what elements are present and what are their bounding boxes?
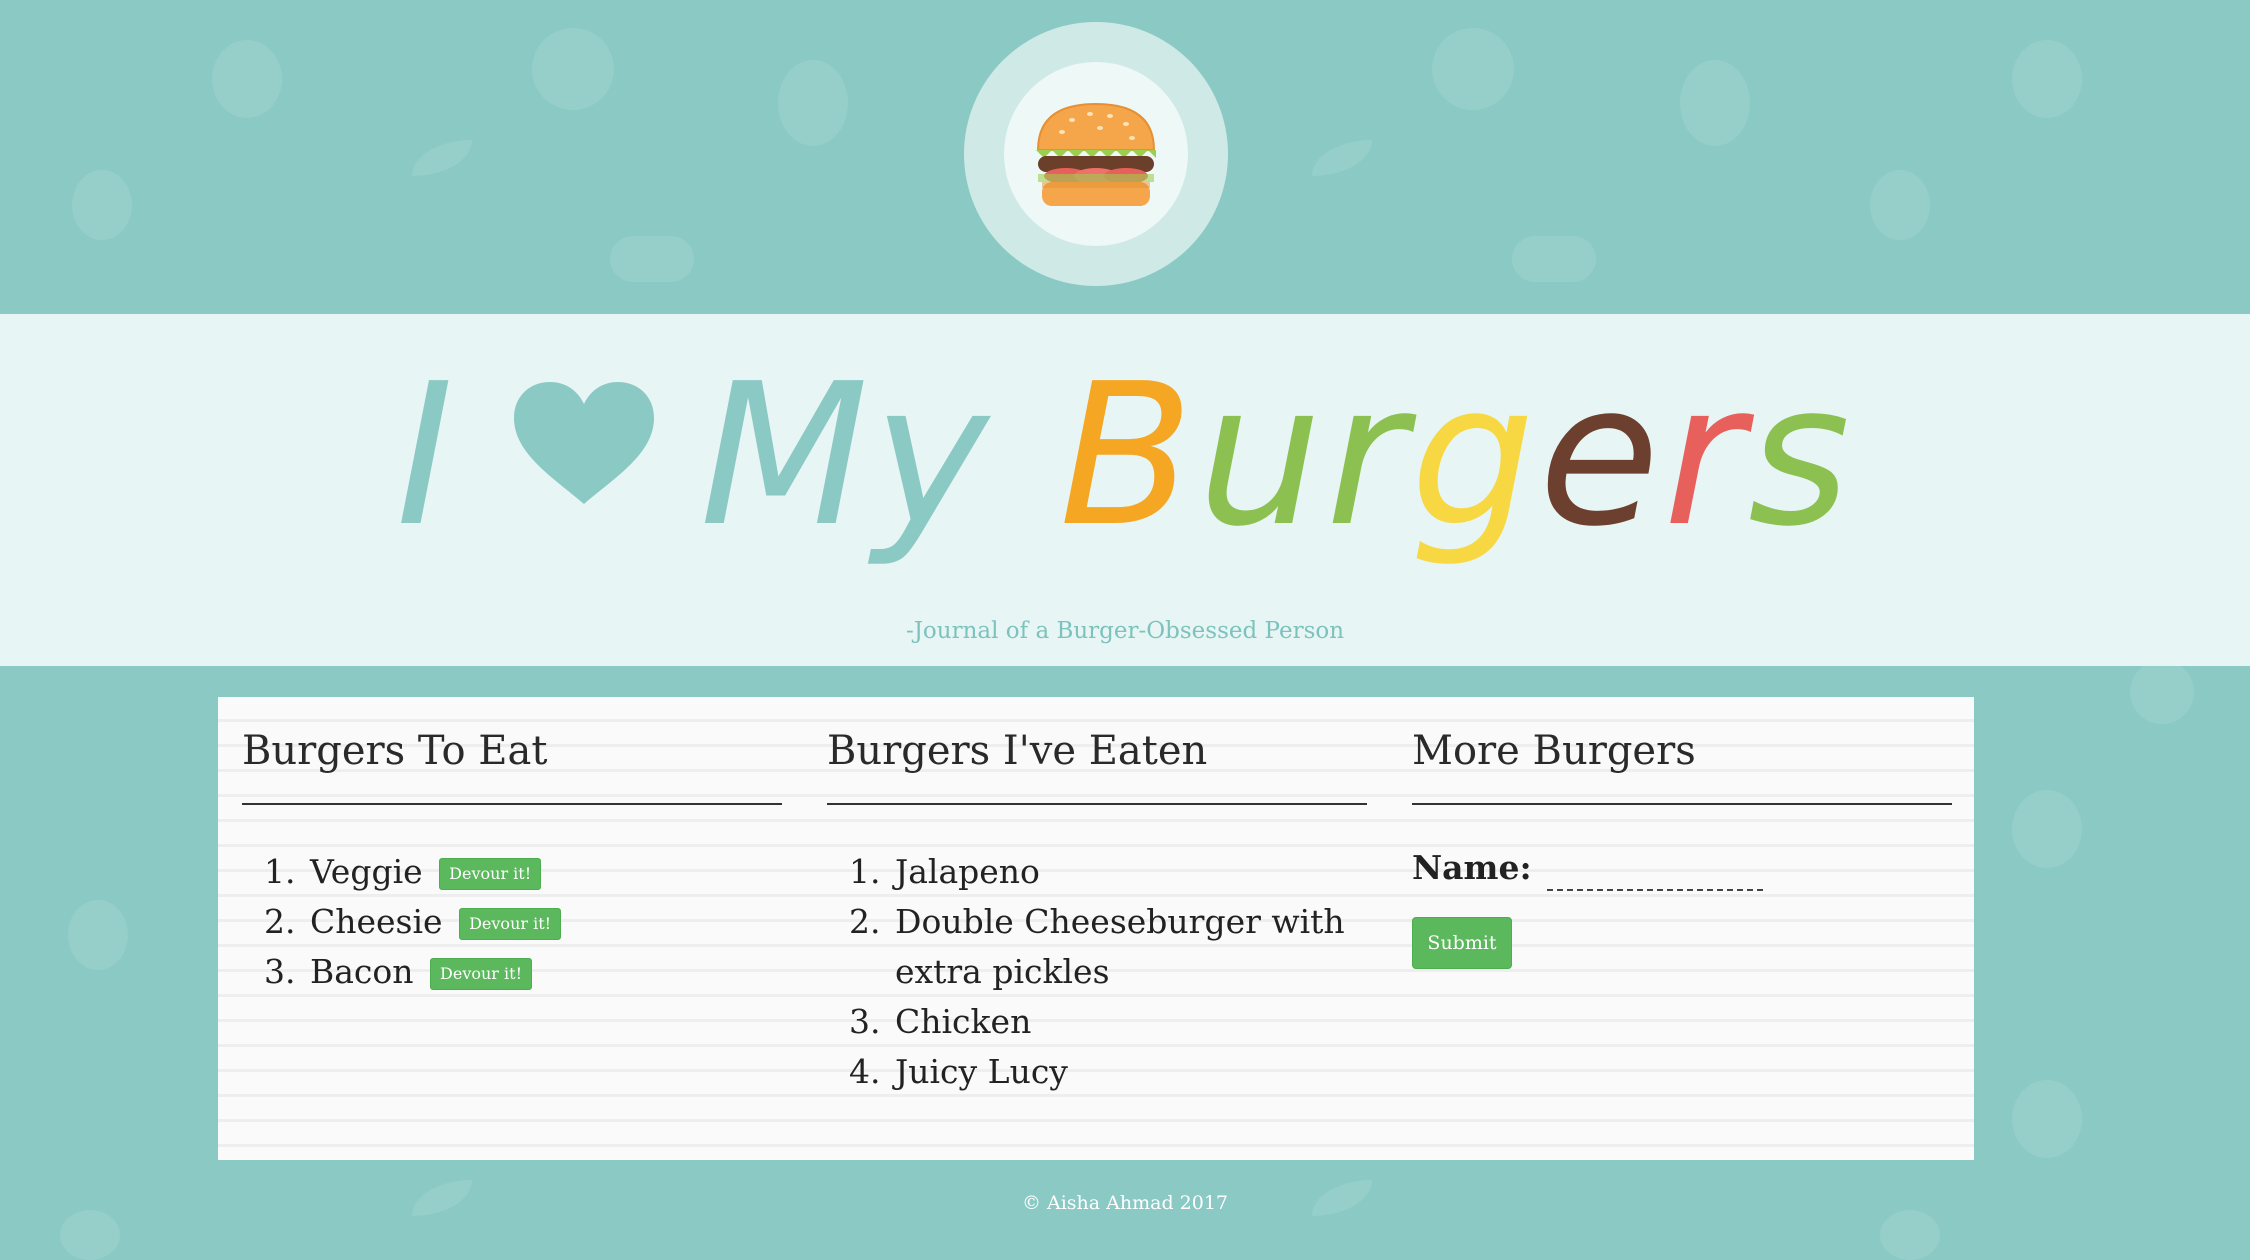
burgers-to-eat-list: Veggie Devour it! Cheesie Devour it! Bac…	[242, 847, 782, 997]
heart-icon	[513, 329, 654, 549]
title-letter: u	[1197, 342, 1326, 570]
notebook-panel: Burgers To Eat Veggie Devour it! Cheesie…	[218, 697, 1974, 1160]
list-item: Veggie Devour it!	[306, 847, 782, 897]
title-letter: s	[1748, 342, 1855, 570]
burger-name-input[interactable]	[1547, 843, 1764, 891]
devour-button[interactable]: Devour it!	[439, 858, 542, 890]
title-letter: r	[1325, 342, 1411, 570]
watermelon-decor-icon	[2012, 790, 2082, 868]
list-item: Double Cheeseburger with extra pickles	[891, 897, 1367, 997]
name-form-row: Name:	[1412, 843, 1952, 893]
list-item: Jalapeno	[891, 847, 1367, 897]
logo	[964, 22, 1228, 286]
title-burgers: Burgers	[1059, 342, 1854, 570]
burgers-to-eat-heading: Burgers To Eat	[242, 728, 548, 774]
burger-name: Veggie	[310, 852, 423, 891]
list-item: Cheesie Devour it!	[306, 897, 782, 947]
title-letter: B	[1059, 342, 1198, 570]
devour-button[interactable]: Devour it!	[459, 908, 562, 940]
divider	[827, 803, 1367, 805]
title-letter: e	[1538, 342, 1664, 570]
grapes-decor-icon	[1880, 1210, 1940, 1260]
page-title: I My Burgers	[0, 346, 2250, 566]
burger-name: Bacon	[310, 952, 414, 991]
burgers-eaten-heading: Burgers I've Eaten	[827, 728, 1208, 774]
burgers-eaten-column: Burgers I've Eaten Jalapeno Double Chees…	[827, 697, 1367, 1097]
header	[0, 0, 2250, 314]
more-burgers-column: More Burgers Name: Submit	[1412, 697, 1952, 969]
list-item: Juicy Lucy	[891, 1047, 1367, 1097]
subtitle: -Journal of a Burger-Obsessed Person	[905, 618, 1345, 644]
title-i: I	[395, 342, 458, 570]
title-letter: g	[1410, 342, 1539, 570]
watermelon-decor-icon	[2012, 1080, 2082, 1158]
submit-button[interactable]: Submit	[1412, 917, 1512, 969]
broccoli-decor-icon	[2130, 660, 2194, 724]
footer-copyright: © Aisha Ahmad 2017	[1021, 1192, 1229, 1214]
divider	[242, 803, 782, 805]
grapes-decor-icon	[68, 900, 128, 970]
name-label: Name:	[1412, 848, 1532, 887]
devour-button[interactable]: Devour it!	[430, 958, 533, 990]
list-item: Chicken	[891, 997, 1367, 1047]
grapes-decor-icon	[60, 1210, 120, 1260]
title-letter: r	[1663, 342, 1748, 570]
title-my: My	[699, 342, 993, 570]
title-band: I My Burgers -Journal of a Burger-Obsesse…	[0, 314, 2250, 666]
more-burgers-heading: More Burgers	[1412, 728, 1696, 774]
divider	[1412, 803, 1952, 805]
list-item: Bacon Devour it!	[306, 947, 782, 997]
burger-icon	[1036, 102, 1156, 206]
burgers-to-eat-column: Burgers To Eat Veggie Devour it! Cheesie…	[242, 697, 782, 997]
logo-inner-circle	[1004, 62, 1188, 246]
burgers-eaten-list: Jalapeno Double Cheeseburger with extra …	[827, 847, 1367, 1097]
burger-name: Cheesie	[310, 902, 443, 941]
